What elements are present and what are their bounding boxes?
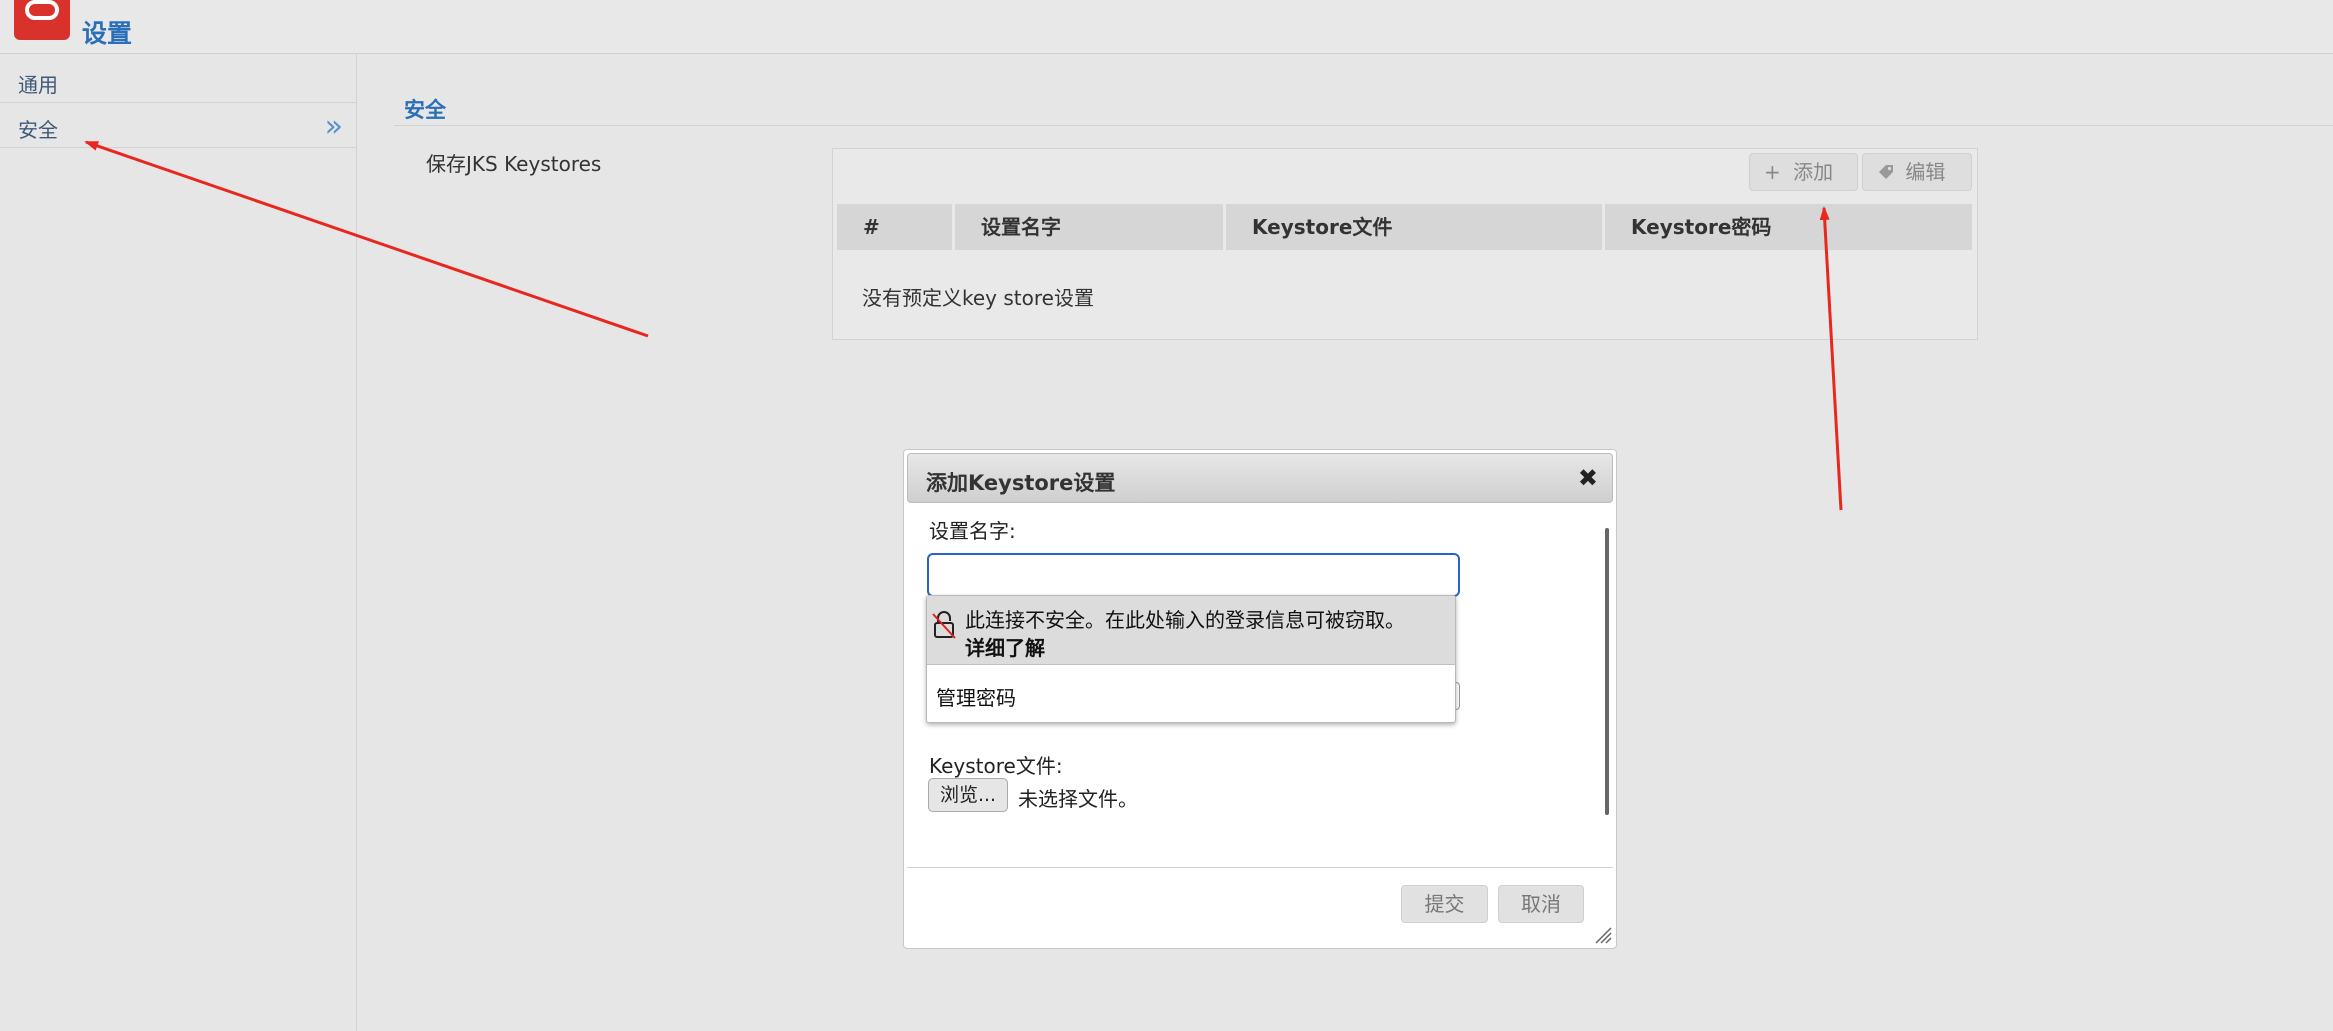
- double-chevron-right-icon: »: [324, 109, 343, 144]
- manage-passwords-item[interactable]: 管理密码: [936, 682, 1016, 711]
- insecure-warning[interactable]: 此连接不安全。在此处输入的登录信息可被窃取。 详细了解: [927, 596, 1455, 664]
- sidebar-item-label: 通用: [18, 73, 58, 97]
- file-field-label: Keystore文件:: [929, 754, 1063, 778]
- table-empty-message: 没有预定义key store设置: [862, 286, 1094, 310]
- autofill-popup: 此连接不安全。在此处输入的登录信息可被窃取。 详细了解 管理密码: [926, 595, 1456, 723]
- column-header-file[interactable]: Keystore文件: [1226, 204, 1602, 250]
- edit-button[interactable]: 编辑: [1862, 153, 1972, 191]
- name-field[interactable]: [927, 553, 1460, 597]
- edit-button-label: 编辑: [1905, 160, 1946, 184]
- column-header-name[interactable]: 设置名字: [955, 204, 1223, 250]
- dialog-title: 添加Keystore设置: [926, 471, 1116, 495]
- insecure-warning-text: 此连接不安全。在此处输入的登录信息可被窃取。: [965, 608, 1405, 632]
- top-bar: 设置: [0, 0, 2333, 54]
- page-title: 设置: [82, 19, 133, 48]
- learn-more-link[interactable]: 详细了解: [965, 632, 1045, 661]
- add-button-label: 添加: [1793, 160, 1834, 184]
- keystores-label: 保存JKS Keystores: [426, 152, 602, 176]
- close-icon[interactable]: ✖: [1578, 464, 1598, 492]
- dialog-divider: [907, 867, 1613, 868]
- popup-divider: [927, 664, 1455, 665]
- tag-icon: [1879, 165, 1893, 179]
- column-header-password[interactable]: Keystore密码: [1605, 204, 1972, 250]
- plus-icon: +: [1764, 160, 1781, 184]
- name-field-label: 设置名字:: [929, 519, 1016, 543]
- submit-button[interactable]: 提交: [1401, 885, 1488, 923]
- sidebar-item-security[interactable]: 安全 »: [0, 103, 356, 148]
- keystore-table-panel: + 添加 编辑 # 设置名字 Keystore文件 Keystore密码 没有预…: [832, 148, 1978, 340]
- oracle-logo-icon: [14, 0, 70, 40]
- column-header-index[interactable]: #: [837, 204, 952, 250]
- insecure-lock-icon: [932, 611, 956, 639]
- add-button[interactable]: + 添加: [1749, 153, 1858, 191]
- dialog-scrollbar[interactable]: [1605, 528, 1609, 815]
- sidebar-item-general[interactable]: 通用: [0, 58, 356, 103]
- section-title: 安全: [404, 98, 446, 122]
- sidebar-item-label: 安全: [18, 118, 58, 142]
- sidebar: 通用 安全 »: [0, 54, 357, 1031]
- dialog-header[interactable]: 添加Keystore设置 ✖: [907, 453, 1613, 503]
- section-divider: [394, 125, 2333, 126]
- resize-handle-icon[interactable]: [1594, 926, 1612, 944]
- cancel-button[interactable]: 取消: [1498, 885, 1584, 923]
- no-file-text: 未选择文件。: [1018, 787, 1138, 811]
- browse-button[interactable]: 浏览...: [928, 778, 1008, 812]
